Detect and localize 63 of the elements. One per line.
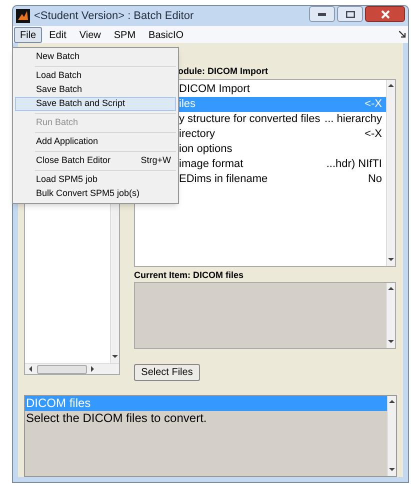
menu-bar-item[interactable]: SPM	[108, 26, 142, 43]
menu-item[interactable]: Add Application	[15, 135, 176, 149]
item-name: DICOM Import	[179, 82, 250, 98]
scroll-up-arrow-icon[interactable]	[387, 82, 395, 90]
app-logo-icon	[16, 9, 30, 24]
menu-bar-item[interactable]: BasicIO	[142, 26, 190, 43]
menu-item[interactable]: Save Batch and Script	[15, 97, 176, 111]
scroll-left-arrow-icon[interactable]	[27, 365, 35, 373]
item-value: No	[368, 172, 382, 188]
maximize-icon	[346, 10, 354, 18]
current-item-label: Current Item: DICOM files	[134, 269, 245, 282]
item-name: y structure for converted files	[179, 112, 320, 128]
scroll-down-arrow-icon[interactable]	[387, 338, 395, 346]
menu-item-label: Run Batch	[36, 116, 78, 130]
menu-bar-item[interactable]: File	[14, 26, 42, 43]
undock-arrow-icon[interactable]	[399, 31, 406, 38]
menu-shortcut: Strg+W	[140, 154, 171, 168]
scroll-down-arrow-icon[interactable]	[387, 256, 395, 264]
menu-item-label: Save Batch and Script	[36, 97, 126, 110]
vertical-scrollbar[interactable]	[387, 396, 396, 476]
minimize-button[interactable]	[309, 6, 335, 22]
menu-item[interactable]: New Batch	[15, 50, 176, 64]
module-label: odule: DICOM Import	[177, 65, 269, 78]
menu-item[interactable]: Save Batch	[15, 83, 176, 97]
scroll-up-arrow-icon[interactable]	[387, 285, 395, 293]
item-value: ... hierarchy	[324, 112, 382, 128]
select-files-button[interactable]: Select Files	[134, 364, 200, 381]
item-name: irectory	[179, 127, 216, 142]
menu-item-label: Add Application	[36, 135, 98, 148]
scroll-down-arrow-icon[interactable]	[111, 353, 119, 361]
scroll-thumb[interactable]	[37, 364, 87, 374]
close-button[interactable]	[365, 6, 405, 22]
help-text: DICOM files	[25, 396, 387, 411]
menu-item[interactable]: Bulk Convert SPM5 job(s)	[15, 187, 176, 201]
horizontal-scrollbar[interactable]	[25, 363, 119, 374]
item-value: <-X	[364, 97, 382, 112]
vertical-scrollbar[interactable]	[386, 80, 395, 266]
menu-bar-item[interactable]: View	[73, 26, 107, 43]
window-title: <Student Version> : Batch Editor	[34, 8, 194, 24]
vertical-scrollbar[interactable]	[386, 283, 395, 348]
menu-item[interactable]: Load SPM5 job	[15, 173, 176, 187]
minimize-icon	[318, 12, 326, 16]
item-value: ...hdr) NIfTI	[326, 157, 382, 172]
item-name: image format	[179, 157, 244, 172]
close-icon	[380, 10, 390, 18]
item-name: EDims in filename	[179, 172, 268, 188]
menu-item-label: Load SPM5 job	[36, 173, 98, 186]
menu-item-label: Close Batch Editor	[36, 154, 111, 168]
item-name: iles	[179, 97, 196, 112]
item-name: ion options	[179, 142, 232, 158]
menu-item-label: New Batch	[36, 50, 80, 64]
maximize-button[interactable]	[337, 6, 363, 22]
menu-item[interactable]: Load Batch	[15, 69, 176, 83]
menu-bar-item[interactable]: Edit	[43, 26, 72, 43]
scroll-down-arrow-icon[interactable]	[388, 466, 396, 474]
menu-item[interactable]: Close Batch Editor Strg+W	[15, 154, 176, 168]
scroll-right-arrow-icon[interactable]	[89, 365, 97, 373]
menu-item-label: Bulk Convert SPM5 job(s)	[36, 187, 140, 200]
help-text: Select the DICOM files to convert.	[25, 411, 208, 426]
scroll-up-arrow-icon[interactable]	[388, 398, 396, 406]
menu-item-label: Save Batch	[36, 83, 82, 96]
item-value: <-X	[364, 127, 382, 142]
menu-item-label: Load Batch	[36, 69, 82, 82]
